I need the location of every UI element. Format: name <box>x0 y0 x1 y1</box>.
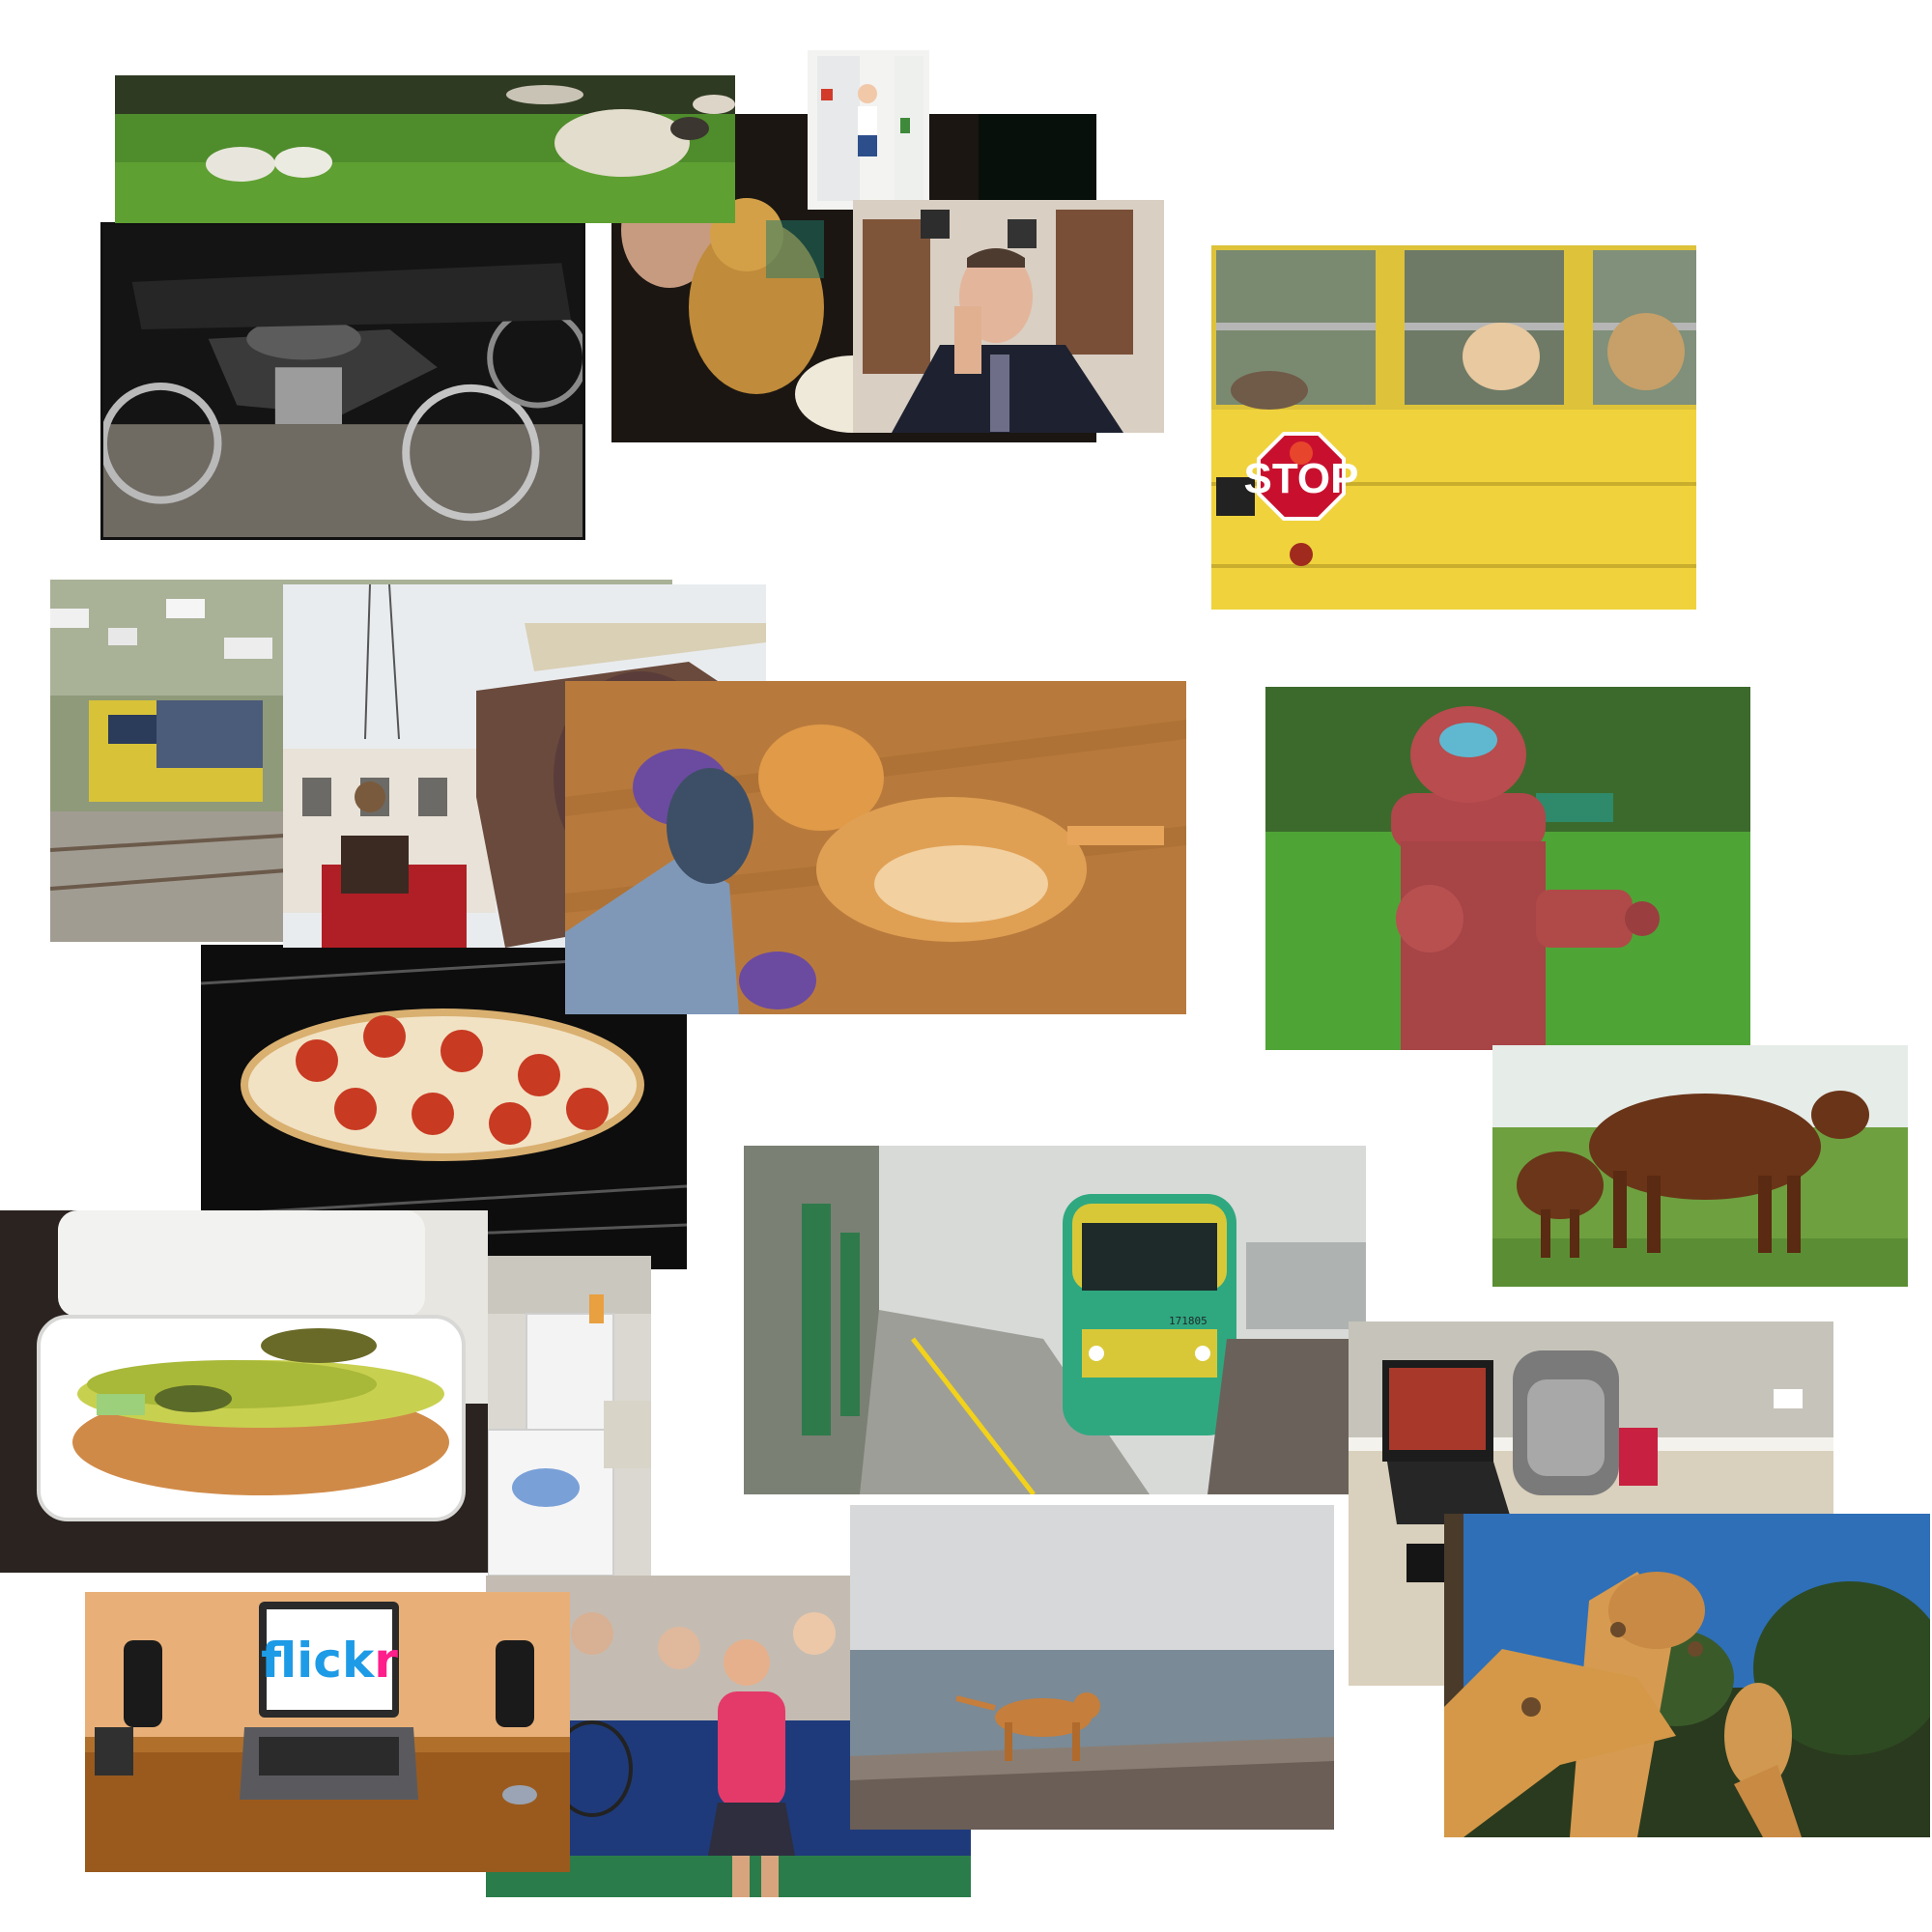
photo-giraffes <box>1444 1514 1930 1837</box>
photo-motorcycle <box>100 222 585 540</box>
photo-fire-hydrant <box>1265 687 1750 1050</box>
photo-man <box>853 200 1164 433</box>
photo-school-bus: STOP <box>1211 245 1696 610</box>
photo-cows <box>1492 1045 1908 1287</box>
photo-hot-dog <box>0 1210 488 1573</box>
photo-laundry-room <box>488 1256 651 1576</box>
flickr-logo-blue: flick <box>261 1633 376 1689</box>
train-number: 171805 <box>1169 1315 1208 1327</box>
stop-sign-text: STOP <box>1243 455 1358 502</box>
photo-sheep <box>115 75 735 223</box>
photo-fridge <box>808 50 929 210</box>
flickr-logo: flickr <box>261 1633 398 1689</box>
photo-collage: STOP 171805 flickr <box>0 0 1932 1932</box>
photo-dog <box>850 1505 1334 1830</box>
photo-station-train: 171805 <box>744 1146 1366 1494</box>
flickr-logo-pink: r <box>374 1633 398 1689</box>
photo-flickr-laptop: flickr <box>85 1592 570 1872</box>
photo-cat <box>565 681 1186 1014</box>
